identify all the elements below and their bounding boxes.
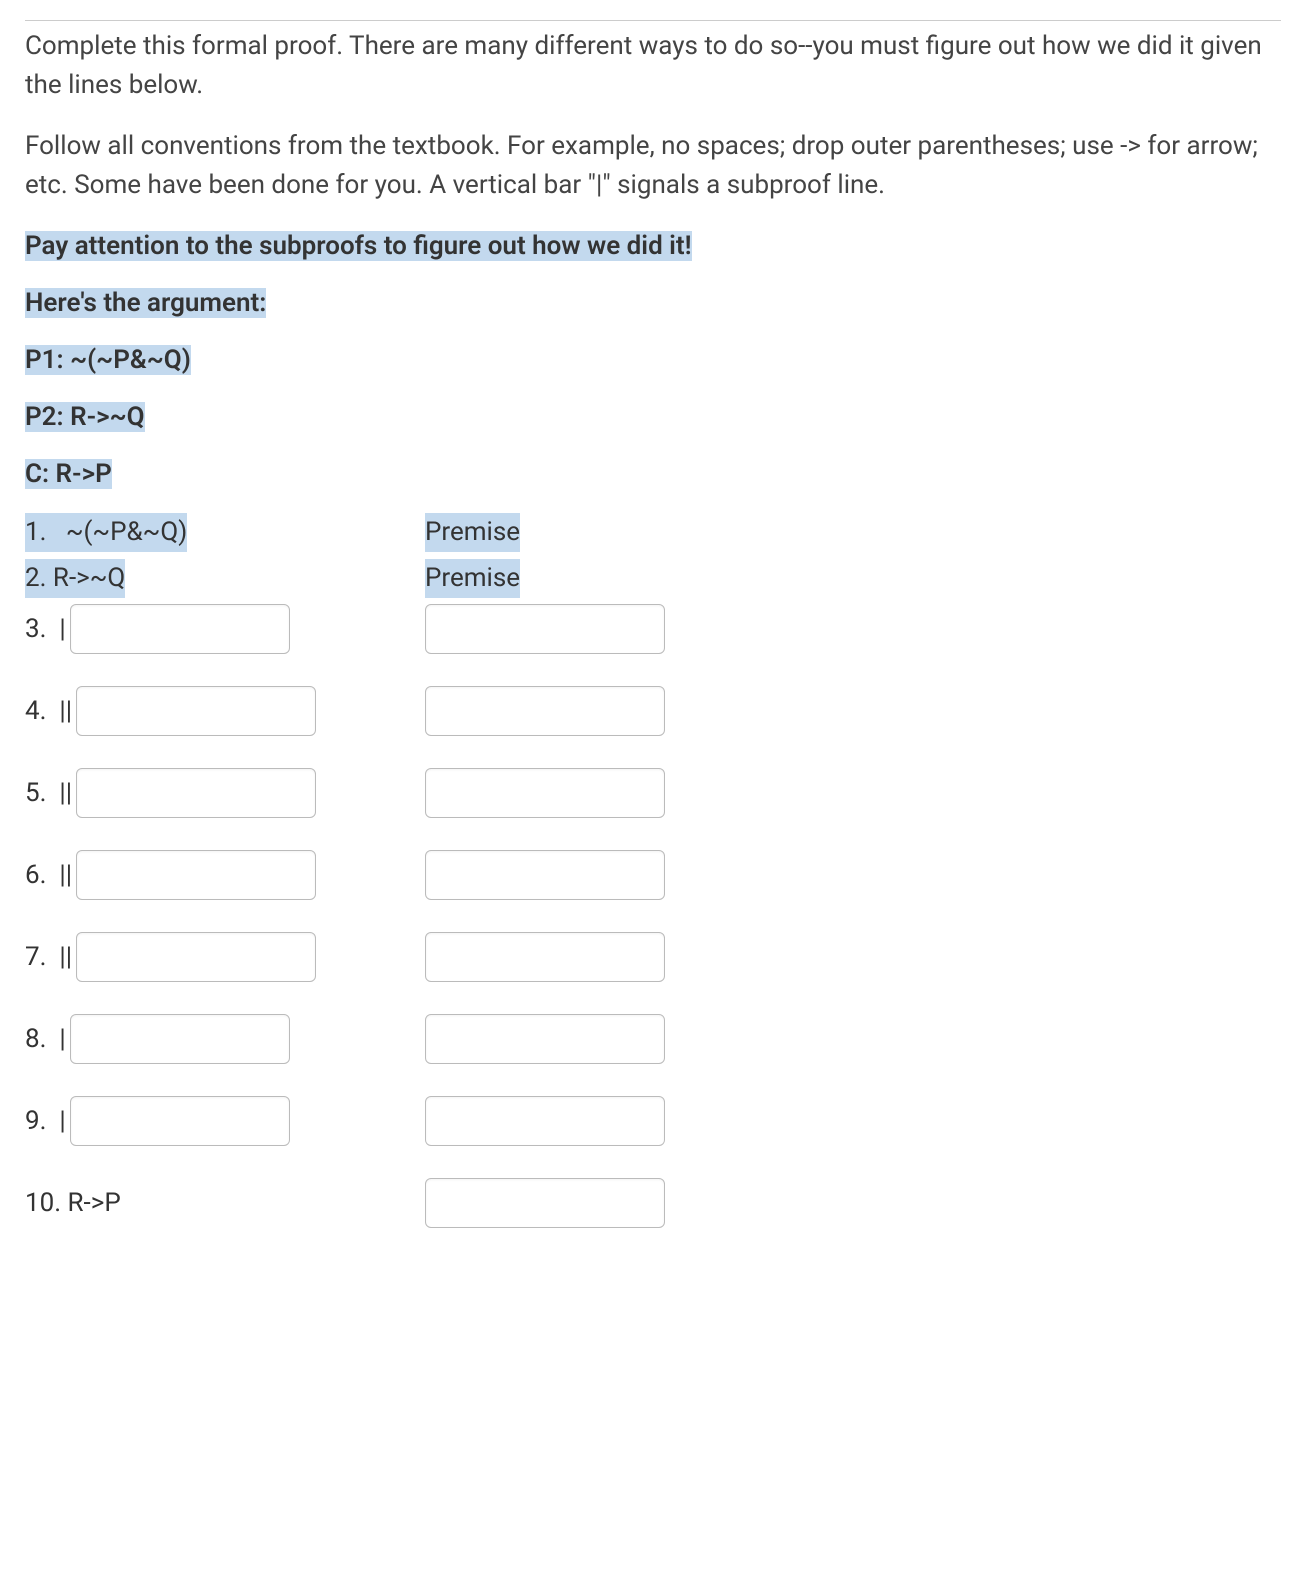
proof-right-cell	[425, 768, 685, 818]
justification-input-line-8[interactable]	[425, 1014, 665, 1064]
proof-row: 5. ||	[25, 768, 1281, 818]
proof-right-cell	[425, 1096, 685, 1146]
proof-left-cell: 1. ~(~P&~Q)	[25, 513, 425, 552]
formula-text: 2. R->~Q	[25, 559, 125, 598]
proof-row: 10. R->P	[25, 1178, 1281, 1228]
line-prefix: 6. ||	[25, 856, 72, 895]
line-prefix: 9. |	[25, 1102, 66, 1141]
formula-input-line-6[interactable]	[76, 850, 316, 900]
intro-paragraph-2: Follow all conventions from the textbook…	[25, 127, 1281, 205]
proof-right-cell	[425, 604, 685, 654]
proof-row: 2. R->~Q Premise	[25, 558, 1281, 598]
proof-right-cell	[425, 1014, 685, 1064]
line-prefix: 8. |	[25, 1020, 66, 1059]
heres-argument-text: Here's the argument:	[25, 288, 266, 318]
proof-left-cell: 5. ||	[25, 768, 425, 818]
conclusion-text: C: R->P	[25, 459, 112, 489]
formula-text: 10. R->P	[25, 1184, 121, 1223]
line-prefix: 5. ||	[25, 774, 72, 813]
proof-row: 4. ||	[25, 686, 1281, 736]
proof-row: 8. |	[25, 1014, 1281, 1064]
justification-input-line-6[interactable]	[425, 850, 665, 900]
proof-row: 7. ||	[25, 932, 1281, 982]
proof-row: 3. |	[25, 604, 1281, 654]
proof-left-cell: 9. |	[25, 1096, 425, 1146]
justification-text: Premise	[425, 559, 520, 598]
proof-right-cell	[425, 686, 685, 736]
proof-right-cell	[425, 1178, 685, 1228]
line-prefix: 4. ||	[25, 692, 72, 731]
line-prefix: 3. |	[25, 610, 66, 649]
formula-text: 1. ~(~P&~Q)	[25, 513, 187, 552]
justification-input-line-3[interactable]	[425, 604, 665, 654]
proof-table: 1. ~(~P&~Q) Premise 2. R->~Q Premise 3. | 4. …	[25, 512, 1281, 1228]
line-prefix: 7. ||	[25, 938, 72, 977]
justification-input-line-10[interactable]	[425, 1178, 665, 1228]
justification-input-line-9[interactable]	[425, 1096, 665, 1146]
proof-row: 1. ~(~P&~Q) Premise	[25, 512, 1281, 552]
proof-left-cell: 10. R->P	[25, 1184, 425, 1223]
justification-input-line-5[interactable]	[425, 768, 665, 818]
justification-input-line-7[interactable]	[425, 932, 665, 982]
formula-input-line-3[interactable]	[70, 604, 290, 654]
formula-input-line-7[interactable]	[76, 932, 316, 982]
premise-2-text: P2: R->~Q	[25, 402, 145, 432]
proof-row: 9. |	[25, 1096, 1281, 1146]
formula-input-line-5[interactable]	[76, 768, 316, 818]
proof-left-cell: 7. ||	[25, 932, 425, 982]
formula-input-line-8[interactable]	[70, 1014, 290, 1064]
proof-left-cell: 2. R->~Q	[25, 559, 425, 598]
proof-right-cell	[425, 850, 685, 900]
intro-paragraph-1: Complete this formal proof. There are ma…	[25, 27, 1281, 105]
proof-left-cell: 4. ||	[25, 686, 425, 736]
proof-right-cell: Premise	[425, 513, 685, 552]
justification-input-line-4[interactable]	[425, 686, 665, 736]
formula-input-line-9[interactable]	[70, 1096, 290, 1146]
justification-text: Premise	[425, 513, 520, 552]
premise-1-text: P1: ~(~P&~Q)	[25, 345, 191, 375]
proof-left-cell: 3. |	[25, 604, 425, 654]
formula-input-line-4[interactable]	[76, 686, 316, 736]
proof-row: 6. ||	[25, 850, 1281, 900]
proof-left-cell: 6. ||	[25, 850, 425, 900]
attention-text: Pay attention to the subproofs to figure…	[25, 231, 692, 261]
proof-right-cell	[425, 932, 685, 982]
proof-right-cell: Premise	[425, 559, 685, 598]
proof-left-cell: 8. |	[25, 1014, 425, 1064]
